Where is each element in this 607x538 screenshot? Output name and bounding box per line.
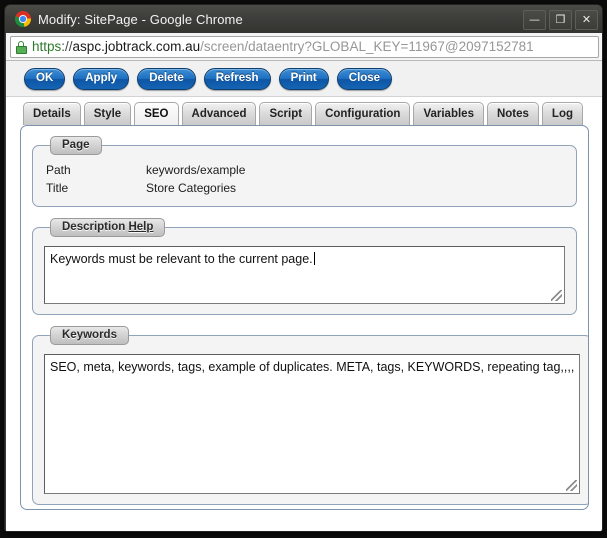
url-separator: :// bbox=[61, 39, 73, 54]
action-toolbar: OK Apply Delete Refresh Print Close bbox=[6, 61, 602, 97]
lock-icon bbox=[16, 40, 27, 54]
tab-notes[interactable]: Notes bbox=[486, 102, 539, 125]
resize-grip-icon[interactable] bbox=[551, 290, 562, 301]
browser-window: Modify: SitePage - Google Chrome — ❐ ✕ h… bbox=[4, 4, 603, 532]
page-content: OK Apply Delete Refresh Print Close Deta… bbox=[6, 61, 602, 531]
address-bar[interactable]: https://aspc.jobtrack.com.au/screen/data… bbox=[10, 36, 599, 58]
keywords-fieldset: Keywords SEO, meta, keywords, tags, exam… bbox=[32, 326, 588, 505]
description-textarea[interactable]: Keywords must be relevant to the current… bbox=[44, 246, 565, 304]
close-button[interactable]: ✕ bbox=[575, 10, 598, 30]
keywords-fieldset-legend: Keywords bbox=[50, 326, 129, 345]
tab-details[interactable]: Details bbox=[23, 102, 81, 125]
page-path-row: Path keywords/example bbox=[42, 161, 567, 179]
maximize-button[interactable]: ❐ bbox=[549, 10, 572, 30]
page-title-label: Title bbox=[46, 181, 69, 195]
description-fieldset: Description Help Keywords must be releva… bbox=[32, 218, 577, 315]
window-titlebar[interactable]: Modify: SitePage - Google Chrome — ❐ ✕ bbox=[5, 5, 602, 33]
description-textarea-text: Keywords must be relevant to the current… bbox=[45, 247, 564, 271]
page-path-label: Path bbox=[46, 163, 71, 177]
tab-seo[interactable]: SEO bbox=[134, 102, 179, 125]
close-icon: ✕ bbox=[581, 13, 592, 26]
ok-button[interactable]: OK bbox=[24, 67, 66, 90]
description-legend-text: Description bbox=[62, 221, 126, 233]
tab-configuration[interactable]: Configuration bbox=[315, 102, 411, 125]
tab-log[interactable]: Log bbox=[541, 102, 583, 125]
description-help-link[interactable]: Help bbox=[128, 221, 153, 233]
page-fieldset-legend: Page bbox=[50, 136, 102, 155]
keywords-textarea-text: SEO, meta, keywords, tags, example of du… bbox=[50, 360, 575, 374]
maximize-icon: ❐ bbox=[555, 13, 566, 26]
description-fieldset-legend: Description Help bbox=[50, 218, 166, 237]
description-value: Keywords must be relevant to the current… bbox=[50, 252, 313, 266]
tab-script[interactable]: Script bbox=[259, 102, 313, 125]
delete-button[interactable]: Delete bbox=[137, 67, 196, 90]
minimize-icon: — bbox=[529, 13, 540, 26]
print-button[interactable]: Print bbox=[278, 67, 329, 90]
keywords-textarea[interactable]: SEO, meta, keywords, tags, example of du… bbox=[44, 354, 581, 494]
window-controls: — ❐ ✕ bbox=[523, 10, 598, 30]
apply-button[interactable]: Apply bbox=[73, 67, 130, 90]
page-path-value: keywords/example bbox=[146, 163, 246, 177]
refresh-button[interactable]: Refresh bbox=[203, 67, 271, 90]
seo-panel: Page Path keywords/example Title Store C… bbox=[20, 125, 589, 510]
page-fieldset: Page Path keywords/example Title Store C… bbox=[32, 136, 577, 207]
tab-variables[interactable]: Variables bbox=[413, 102, 484, 125]
minimize-button[interactable]: — bbox=[523, 10, 546, 30]
url-text: https://aspc.jobtrack.com.au/screen/data… bbox=[32, 37, 534, 57]
tab-advanced[interactable]: Advanced bbox=[181, 102, 257, 125]
page-title-value: Store Categories bbox=[146, 181, 237, 195]
url-scheme: https bbox=[32, 39, 62, 54]
text-caret bbox=[313, 252, 315, 265]
url-host: aspc.jobtrack.com.au bbox=[72, 39, 201, 54]
location-bar-area: https://aspc.jobtrack.com.au/screen/data… bbox=[6, 33, 602, 61]
resize-grip-icon[interactable] bbox=[566, 480, 578, 491]
tab-bar: Details Style SEO Advanced Script Config… bbox=[6, 97, 602, 125]
tab-style[interactable]: Style bbox=[83, 102, 132, 125]
page-title-row: Title Store Categories bbox=[42, 179, 567, 197]
window-title: Modify: SitePage - Google Chrome bbox=[38, 11, 243, 27]
chrome-logo-icon bbox=[15, 11, 31, 27]
close-form-button[interactable]: Close bbox=[336, 67, 393, 90]
url-path: /screen/dataentry?GLOBAL_KEY=11967@20971… bbox=[200, 39, 534, 54]
